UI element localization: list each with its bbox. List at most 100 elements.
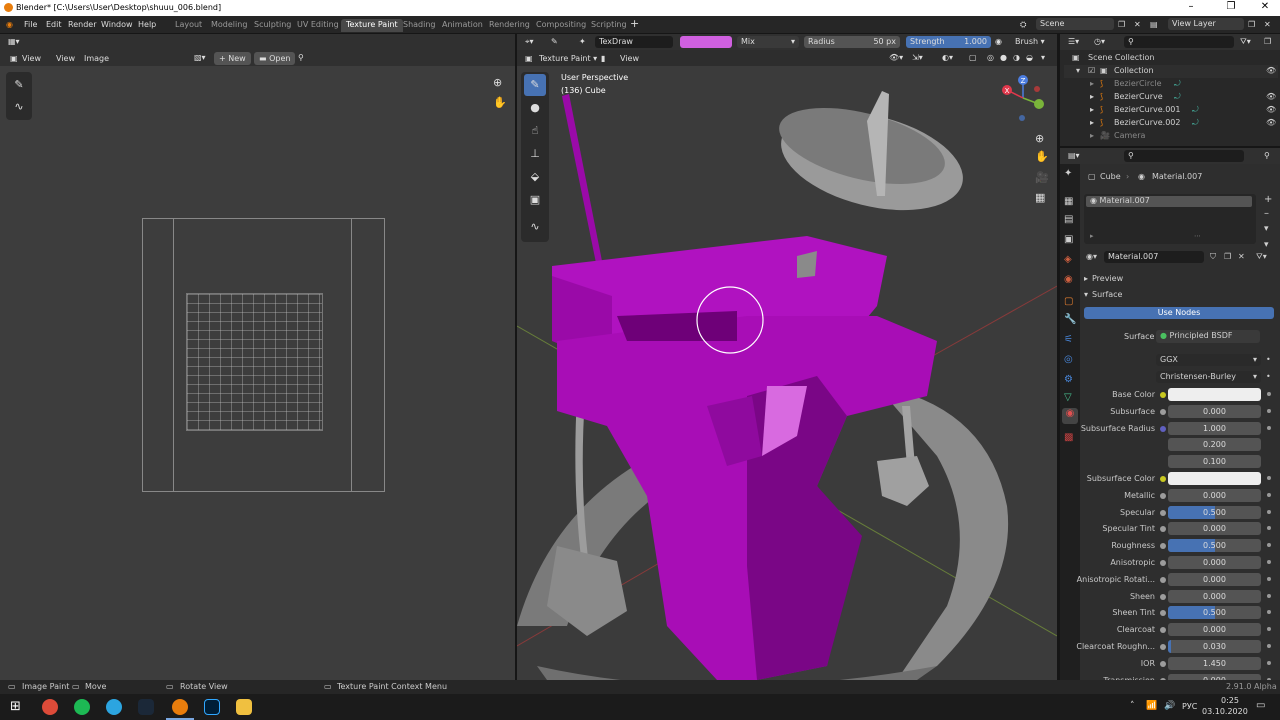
- expand-icon[interactable]: ▾: [1076, 66, 1080, 75]
- tab-layout[interactable]: Layout: [170, 19, 207, 32]
- socket-dot-icon[interactable]: [1160, 560, 1166, 566]
- maximize-icon[interactable]: ❐: [1218, 1, 1244, 12]
- keyframe-dot-icon[interactable]: [1267, 661, 1271, 665]
- outliner-type-icon[interactable]: ☰▾: [1068, 37, 1079, 46]
- chrome-icon[interactable]: [42, 699, 58, 715]
- physics-tab-icon[interactable]: ◎: [1064, 354, 1073, 365]
- material-slot-item[interactable]: ◉ Material.007: [1086, 196, 1252, 207]
- outliner-item[interactable]: ▸ ⟆ BezierCircle ⤾: [1064, 78, 1278, 91]
- property-value-field[interactable]: 1.450: [1168, 657, 1261, 670]
- outliner-scene-collection[interactable]: ▣ Scene Collection: [1064, 52, 1278, 65]
- mask-tool-icon[interactable]: ▣: [524, 189, 546, 211]
- tab-scripting[interactable]: Scripting: [586, 19, 632, 32]
- menu-render[interactable]: Render: [68, 20, 96, 29]
- preview-panel-header[interactable]: ▸ Preview: [1082, 272, 1278, 286]
- blender-taskbar-icon[interactable]: [172, 699, 188, 715]
- zoom-icon[interactable]: ⊕: [493, 76, 502, 89]
- brush-settings-icon[interactable]: ✦: [579, 37, 586, 46]
- ortho-toggle-icon[interactable]: ▦: [1035, 191, 1045, 204]
- subsurface-method-select[interactable]: Christensen-Burley ▾: [1156, 371, 1261, 383]
- data-tab-icon[interactable]: ▽: [1064, 392, 1072, 403]
- property-value-field[interactable]: [1168, 388, 1261, 401]
- checkbox-icon[interactable]: ☑: [1088, 66, 1095, 75]
- annotate-3d-tool-icon[interactable]: ∿: [524, 216, 546, 238]
- property-value-field[interactable]: 0.100: [1168, 455, 1261, 468]
- socket-dot-icon[interactable]: [1160, 426, 1166, 432]
- socket-dot-icon[interactable]: [1160, 594, 1166, 600]
- material-tab-icon[interactable]: ◉: [1062, 408, 1078, 424]
- keyframe-dot-icon[interactable]: [1267, 594, 1271, 598]
- render-tab-icon[interactable]: ▦: [1064, 196, 1073, 207]
- tab-texture-paint[interactable]: Texture Paint: [341, 19, 403, 32]
- property-value-field[interactable]: 0.000: [1168, 590, 1261, 603]
- keyframe-dot-icon[interactable]: [1267, 543, 1271, 547]
- strength-slider[interactable]: Strength 1.000: [906, 36, 991, 48]
- property-value-field[interactable]: 1.000: [1168, 422, 1261, 435]
- notifications-icon[interactable]: ▭: [1256, 700, 1265, 711]
- outliner-item[interactable]: ▸ ⟆ BezierCurve.001 ⤾ 👁: [1064, 104, 1278, 117]
- shading-wire-icon[interactable]: ◎: [987, 53, 994, 62]
- visibility-eye-icon[interactable]: 👁: [1266, 105, 1276, 114]
- new-view-layer-icon[interactable]: ❐: [1248, 20, 1255, 29]
- keyframe-dot-icon[interactable]: [1267, 577, 1271, 581]
- slot-menu-icon[interactable]: ▾: [1264, 240, 1269, 250]
- properties-type-icon[interactable]: ▤▾: [1068, 151, 1080, 160]
- property-value-field[interactable]: 0.000: [1168, 405, 1261, 418]
- property-value-field[interactable]: 0.000: [1168, 489, 1261, 502]
- delete-scene-icon[interactable]: ✕: [1134, 20, 1141, 29]
- link-type-icon[interactable]: ⛛▾: [1256, 252, 1267, 262]
- property-value-field[interactable]: 0.500: [1168, 539, 1261, 552]
- language-indicator[interactable]: РУС: [1182, 702, 1197, 711]
- new-scene-icon[interactable]: ❐: [1118, 20, 1125, 29]
- property-value-field[interactable]: 0.000: [1168, 556, 1261, 569]
- properties-pin-icon[interactable]: ⚲: [1264, 151, 1270, 160]
- camera-view-icon[interactable]: 🎥: [1035, 171, 1049, 184]
- outliner-search-input[interactable]: ⚲: [1124, 36, 1234, 48]
- properties-search-input[interactable]: ⚲: [1124, 150, 1244, 162]
- fill-tool-icon[interactable]: ⬙: [524, 166, 546, 188]
- property-value-field[interactable]: 0.500: [1168, 506, 1261, 519]
- property-value-field[interactable]: 0.500: [1168, 606, 1261, 619]
- keyframe-dot-icon[interactable]: [1267, 426, 1271, 430]
- socket-dot-icon[interactable]: [1160, 644, 1166, 650]
- 3d-viewport[interactable]: ⌖▾ ✎ ✦ TexDraw Mix ▾ Radius 50 px Strength…: [517, 34, 1057, 680]
- network-icon[interactable]: 📶: [1146, 701, 1157, 711]
- socket-dot-icon[interactable]: [1160, 526, 1166, 532]
- texture-tab-icon[interactable]: ▩: [1064, 432, 1073, 443]
- socket-dot-icon[interactable]: [1160, 409, 1166, 415]
- steam-icon[interactable]: [138, 699, 154, 715]
- outliner-item[interactable]: ▸ ⟆ BezierCurve.002 ⤾ 👁: [1064, 117, 1278, 130]
- viewport-menu-view[interactable]: View: [620, 54, 639, 63]
- pressure-icon[interactable]: ◉: [995, 37, 1002, 46]
- tab-compositing[interactable]: Compositing: [531, 19, 591, 32]
- navigation-gizmo[interactable]: Z X: [1001, 74, 1051, 124]
- keyframe-dot-icon[interactable]: [1267, 627, 1271, 631]
- shading-rendered-icon[interactable]: ◒: [1026, 53, 1033, 62]
- pan-hand-icon[interactable]: ✋: [493, 96, 507, 109]
- property-value-field[interactable]: 0.200: [1168, 438, 1261, 451]
- socket-dot-icon[interactable]: [1160, 610, 1166, 616]
- modifier-tab-icon[interactable]: 🔧: [1064, 314, 1076, 325]
- keyframe-dot-icon[interactable]: [1267, 476, 1271, 480]
- add-slot-icon[interactable]: +: [1264, 194, 1272, 205]
- surface-shader-select[interactable]: ● Principled BSDF: [1156, 330, 1260, 343]
- shading-options-icon[interactable]: ▾: [1041, 53, 1045, 62]
- menu-window[interactable]: Window: [101, 20, 133, 29]
- visibility-eye-icon[interactable]: 👁: [1266, 92, 1276, 101]
- keyframe-dot[interactable]: •: [1266, 372, 1271, 381]
- start-icon[interactable]: ⊞: [10, 699, 21, 714]
- property-value-field[interactable]: 0.000: [1168, 573, 1261, 586]
- unlink-material-icon[interactable]: ✕: [1238, 252, 1245, 261]
- tab-uv-editing[interactable]: UV Editing: [292, 19, 344, 32]
- visibility-icon[interactable]: 👁▾: [889, 53, 903, 62]
- close-icon[interactable]: ✕: [1252, 1, 1278, 12]
- brush-color-swatch[interactable]: [680, 36, 732, 48]
- pin-icon[interactable]: ⚲: [298, 53, 304, 62]
- brush-name-field[interactable]: TexDraw: [595, 36, 673, 48]
- tab-rendering[interactable]: Rendering: [484, 19, 535, 32]
- visibility-eye-icon[interactable]: 👁: [1266, 66, 1276, 75]
- scene-selector[interactable]: Scene: [1036, 18, 1114, 30]
- keyframe-dot-icon[interactable]: [1267, 560, 1271, 564]
- material-name-field[interactable]: Material.007: [1104, 251, 1204, 263]
- sample-tool-icon[interactable]: ✎: [8, 74, 30, 96]
